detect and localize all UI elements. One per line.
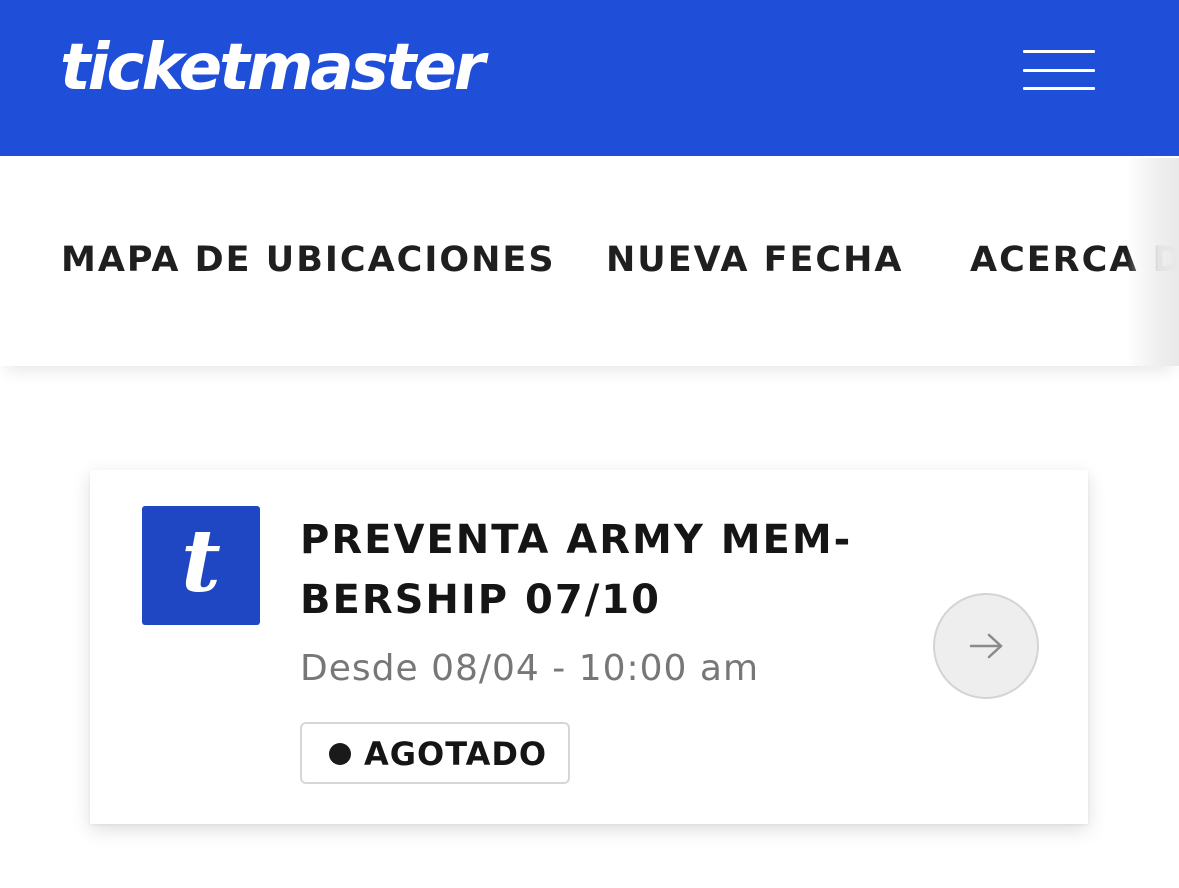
logo-letter: t bbox=[181, 511, 221, 612]
menu-bar-middle bbox=[1023, 69, 1095, 72]
status-label: AGOTADO bbox=[364, 735, 548, 773]
menu-bar-top bbox=[1023, 50, 1095, 53]
ticketmaster-logo[interactable]: ticketmaster bbox=[60, 22, 485, 114]
event-nav-tabs: MAPA DE UBICACIONES NUEVA FECHA ACERCA D… bbox=[0, 158, 1179, 366]
tab-nueva-fecha[interactable]: NUEVA FECHA bbox=[606, 238, 904, 282]
status-badge: AGOTADO bbox=[300, 722, 570, 784]
status-dot-icon bbox=[329, 743, 351, 765]
app-header: ticketmaster bbox=[0, 0, 1179, 156]
offer-title: PREVENTA ARMY MEM- BERSHIP 07/10 bbox=[300, 510, 900, 630]
hamburger-menu-icon[interactable] bbox=[1012, 40, 1106, 102]
presale-offer-card[interactable]: t PREVENTA ARMY MEM- BERSHIP 07/10 Desde… bbox=[90, 470, 1088, 824]
tab-mapa-de-ubicaciones[interactable]: MAPA DE UBICACIONES bbox=[61, 238, 556, 282]
menu-bar-bottom bbox=[1023, 87, 1095, 90]
offer-arrow-button[interactable] bbox=[933, 593, 1039, 699]
offer-date: Desde 08/04 - 10:00 am bbox=[300, 648, 760, 689]
offer-title-line-2: BERSHIP 07/10 bbox=[300, 577, 661, 623]
nav-scroll-fade bbox=[1127, 158, 1179, 366]
offer-title-line-1: PREVENTA ARMY MEM- bbox=[300, 517, 853, 563]
arrow-right-icon bbox=[969, 633, 1003, 659]
ticketmaster-t-logo-icon: t bbox=[142, 506, 260, 625]
